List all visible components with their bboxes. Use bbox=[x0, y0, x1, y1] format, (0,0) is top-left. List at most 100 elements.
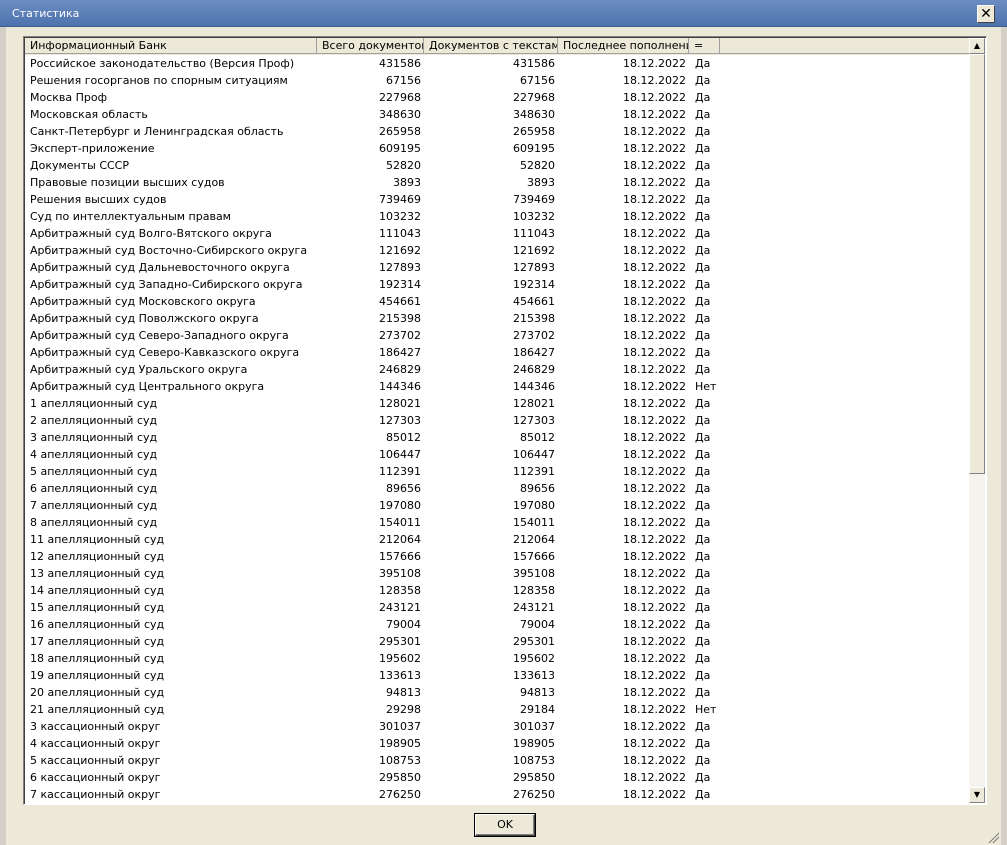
table-row[interactable]: 18 апелляционный суд 195602 195602 18.12.20… bbox=[25, 650, 969, 667]
cell-last-update: 18.12.2022 bbox=[623, 482, 686, 495]
scroll-up-button[interactable]: ▲ bbox=[969, 38, 985, 54]
table-row[interactable]: 12 апелляционный суд 157666 157666 18.12.20… bbox=[25, 548, 969, 565]
table-row[interactable]: Санкт-Петербург и Ленинградская область 2… bbox=[25, 123, 969, 140]
cell-equal: Да bbox=[695, 618, 711, 631]
resize-grip-icon[interactable] bbox=[987, 831, 999, 843]
table-row[interactable]: 6 кассационный округ 295850 295850 18.12.20… bbox=[25, 769, 969, 786]
table-row[interactable]: 8 апелляционный суд 154011 154011 18.12.202… bbox=[25, 514, 969, 531]
table-row[interactable]: Эксперт-приложение 609195 609195 18.12.2022… bbox=[25, 140, 969, 157]
cell-with-texts: 276250 bbox=[513, 788, 555, 801]
scrollbar-thumb[interactable] bbox=[969, 54, 985, 474]
cell-last-update: 18.12.2022 bbox=[623, 295, 686, 308]
table-row[interactable]: 13 апелляционный суд 395108 395108 18.12.20… bbox=[25, 565, 969, 582]
cell-bank: Арбитражный суд Северо-Западного округа bbox=[30, 329, 289, 342]
cell-with-texts: 52820 bbox=[520, 159, 555, 172]
table-row[interactable]: 11 апелляционный суд 212064 212064 18.12.20… bbox=[25, 531, 969, 548]
table-row[interactable]: Решения высших судов 739469 739469 18.12.20… bbox=[25, 191, 969, 208]
table-row[interactable]: 19 апелляционный суд 133613 133613 18.12.20… bbox=[25, 667, 969, 684]
table-row[interactable]: Правовые позиции высших судов 3893 3893 18.… bbox=[25, 174, 969, 191]
dialog-body: Информационный Банк Всего документов Док… bbox=[6, 27, 1001, 845]
cell-last-update: 18.12.2022 bbox=[623, 567, 686, 580]
cell-last-update: 18.12.2022 bbox=[623, 414, 686, 427]
cell-equal: Да bbox=[695, 771, 711, 784]
cell-with-texts: 128021 bbox=[513, 397, 555, 410]
cell-bank: 2 апелляционный суд bbox=[30, 414, 158, 427]
column-header-with-texts[interactable]: Документов с текстами bbox=[424, 38, 558, 54]
cell-equal: Да bbox=[695, 414, 711, 427]
cell-total: 431586 bbox=[379, 57, 421, 70]
cell-last-update: 18.12.2022 bbox=[623, 244, 686, 257]
table-row[interactable]: Арбитражный суд Волго-Вятского округа 111… bbox=[25, 225, 969, 242]
table-row[interactable]: Арбитражный суд Поволжского округа 215398… bbox=[25, 310, 969, 327]
table-row[interactable]: Арбитражный суд Северо-Кавказского округ… bbox=[25, 344, 969, 361]
table-row[interactable]: 5 кассационный округ 108753 108753 18.12.20… bbox=[25, 752, 969, 769]
table-row[interactable]: 1 апелляционный суд 128021 128021 18.12.202… bbox=[25, 395, 969, 412]
cell-with-texts: 609195 bbox=[513, 142, 555, 155]
close-button[interactable]: ✕ bbox=[977, 5, 995, 23]
table-row[interactable]: 4 кассационный округ 198905 198905 18.12.20… bbox=[25, 735, 969, 752]
cell-empty bbox=[720, 446, 969, 463]
cell-empty bbox=[720, 548, 969, 565]
table-row[interactable]: Арбитражный суд Северо-Западного округа 2… bbox=[25, 327, 969, 344]
column-header-bank[interactable]: Информационный Банк bbox=[25, 38, 317, 54]
table-row[interactable]: 14 апелляционный суд 128358 128358 18.12.20… bbox=[25, 582, 969, 599]
table-row[interactable]: Российское законодательство (Версия Проф… bbox=[25, 55, 969, 72]
cell-equal: Да bbox=[695, 516, 711, 529]
cell-total: 197080 bbox=[379, 499, 421, 512]
cell-equal: Да bbox=[695, 210, 711, 223]
cell-empty bbox=[720, 684, 969, 701]
cell-empty bbox=[720, 412, 969, 429]
table-row[interactable]: Арбитражный суд Дальневосточного округа 1… bbox=[25, 259, 969, 276]
column-header-last-update[interactable]: Последнее пополнение bbox=[558, 38, 689, 54]
table-row[interactable]: Арбитражный суд Московского округа 454661… bbox=[25, 293, 969, 310]
table-row[interactable]: 3 кассационный округ 301037 301037 18.12.20… bbox=[25, 718, 969, 735]
column-header-total[interactable]: Всего документов bbox=[317, 38, 424, 54]
table-row[interactable]: 7 апелляционный суд 197080 197080 18.12.202… bbox=[25, 497, 969, 514]
table-row[interactable]: 15 апелляционный суд 243121 243121 18.12.20… bbox=[25, 599, 969, 616]
table-row[interactable]: Документы СССР 52820 52820 18.12.2022 Да bbox=[25, 157, 969, 174]
cell-bank: 16 апелляционный суд bbox=[30, 618, 165, 631]
table-row[interactable]: 6 апелляционный суд 89656 89656 18.12.2022 Д… bbox=[25, 480, 969, 497]
cell-bank: Правовые позиции высших судов bbox=[30, 176, 225, 189]
cell-total: 243121 bbox=[379, 601, 421, 614]
table-row[interactable]: 4 апелляционный суд 106447 106447 18.12.202… bbox=[25, 446, 969, 463]
table-row[interactable]: Решения госорганов по спорным ситуациям 6… bbox=[25, 72, 969, 89]
title-bar[interactable]: Статистика ✕ bbox=[0, 0, 1007, 27]
cell-empty bbox=[720, 123, 969, 140]
table-row[interactable]: Арбитражный суд Уральского округа 246829 2… bbox=[25, 361, 969, 378]
table-row[interactable]: Арбитражный суд Восточно-Сибирского окру… bbox=[25, 242, 969, 259]
cell-total: 3893 bbox=[393, 176, 421, 189]
cell-with-texts: 89656 bbox=[520, 482, 555, 495]
table-row[interactable]: 7 кассационный округ 276250 276250 18.12.20… bbox=[25, 786, 969, 803]
cell-equal: Да bbox=[695, 601, 711, 614]
table-row[interactable]: Московская область 348630 348630 18.12.2022… bbox=[25, 106, 969, 123]
cell-with-texts: 67156 bbox=[520, 74, 555, 87]
cell-with-texts: 295301 bbox=[513, 635, 555, 648]
cell-last-update: 18.12.2022 bbox=[623, 363, 686, 376]
table-row[interactable]: 5 апелляционный суд 112391 112391 18.12.202… bbox=[25, 463, 969, 480]
table-row[interactable]: Арбитражный суд Центрального округа 14434… bbox=[25, 378, 969, 395]
table-row[interactable]: 20 апелляционный суд 94813 94813 18.12.2022… bbox=[25, 684, 969, 701]
table-row[interactable]: 17 апелляционный суд 295301 295301 18.12.20… bbox=[25, 633, 969, 650]
table-row[interactable]: 21 апелляционный суд 29298 29184 18.12.2022… bbox=[25, 701, 969, 718]
cell-empty bbox=[720, 208, 969, 225]
ok-button[interactable]: OK bbox=[475, 814, 535, 836]
table-row[interactable]: Суд по интеллектуальным правам 103232 1032… bbox=[25, 208, 969, 225]
table-row[interactable]: Арбитражный суд Западно-Сибирского округ… bbox=[25, 276, 969, 293]
cell-with-texts: 127303 bbox=[513, 414, 555, 427]
table-row[interactable]: Москва Проф 227968 227968 18.12.2022 Да bbox=[25, 89, 969, 106]
cell-empty bbox=[720, 276, 969, 293]
cell-total: 273702 bbox=[379, 329, 421, 342]
table-row[interactable]: 16 апелляционный суд 79004 79004 18.12.2022… bbox=[25, 616, 969, 633]
cell-equal: Да bbox=[695, 737, 711, 750]
column-header-equal[interactable]: = bbox=[689, 38, 720, 54]
cell-with-texts: 121692 bbox=[513, 244, 555, 257]
statistics-list[interactable]: Информационный Банк Всего документов Док… bbox=[23, 36, 987, 805]
vertical-scrollbar[interactable]: ▲ ▼ bbox=[969, 38, 985, 803]
cell-bank: Арбитражный суд Восточно-Сибирского окру… bbox=[30, 244, 308, 257]
table-row[interactable]: 2 апелляционный суд 127303 127303 18.12.202… bbox=[25, 412, 969, 429]
table-row[interactable]: 3 апелляционный суд 85012 85012 18.12.2022 Д… bbox=[25, 429, 969, 446]
scroll-down-button[interactable]: ▼ bbox=[969, 787, 985, 803]
cell-equal: Да bbox=[695, 720, 711, 733]
cell-bank: 15 апелляционный суд bbox=[30, 601, 165, 614]
